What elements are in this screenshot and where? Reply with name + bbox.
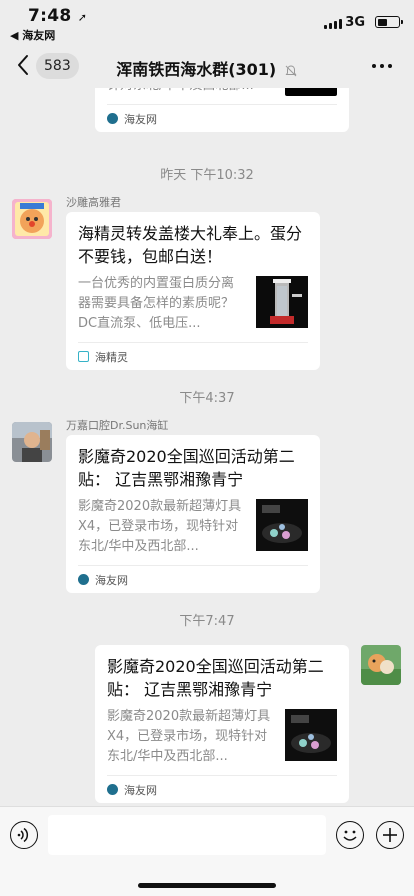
signal-bars-icon <box>324 19 342 29</box>
card-source: 海精灵 <box>78 342 308 370</box>
battery-icon <box>375 16 403 28</box>
chat-header: 583 浑南铁西海水群(301) <box>0 44 414 88</box>
card-description: 影魔奇2020款最新超薄灯具X4，已登录市场，现特针对东北/华中及西北部... <box>107 709 271 764</box>
card-title: 影魔奇2020全国巡回活动第二贴： 辽吉黑鄂湘豫青宁 <box>78 447 295 489</box>
card-description: 影魔奇2020款最新超薄灯具X4，已登录市场，现特针对东北/华中及西北部... <box>78 499 242 554</box>
source-logo-icon <box>107 784 118 795</box>
card-source: 海友网 <box>107 775 337 803</box>
sender-name: 沙雕高雅君 <box>66 196 121 209</box>
card-description: 一台优秀的内置蛋白质分离器需要具备怎样的素质呢？DC直流泵、低电压... <box>78 276 235 331</box>
voice-icon <box>17 827 29 843</box>
mute-bell-icon <box>285 64 297 76</box>
source-name: 海友网 <box>95 573 128 587</box>
status-bar: 7:48 ➚ ◀ 海友网 3G <box>0 0 414 44</box>
source-logo-icon <box>78 574 89 585</box>
voice-button[interactable] <box>10 821 38 849</box>
source-name: 海精灵 <box>95 350 128 364</box>
card-thumbnail <box>285 709 337 761</box>
avatar[interactable] <box>361 645 401 685</box>
timestamp: 下午4:37 <box>179 391 235 406</box>
card-source: 海友网 <box>107 104 337 132</box>
card-thumbnail <box>285 88 337 96</box>
source-name: 海友网 <box>124 783 157 797</box>
link-card[interactable]: 影魔奇2020全国巡回活动第二贴： 辽吉黑鄂湘豫青宁 影魔奇2020款最新超薄灯… <box>66 435 320 593</box>
timestamp: 下午7:47 <box>179 614 235 629</box>
location-arrow-icon: ➚ <box>77 11 88 24</box>
more-options-button[interactable] <box>372 64 392 68</box>
home-indicator[interactable] <box>138 883 276 888</box>
chat-title: 浑南铁西海水群(301) <box>0 56 414 80</box>
input-bar <box>0 806 414 896</box>
avatar-image <box>361 645 401 685</box>
link-card[interactable]: 针对东北/华中及西北部... 海友网 <box>95 88 349 132</box>
card-thumbnail <box>256 276 308 328</box>
message-list[interactable]: 针对东北/华中及西北部... 海友网 昨天 下午10:32 沙雕高雅君 海精灵转… <box>0 88 414 806</box>
network-type: 3G <box>345 15 365 30</box>
led-light-image <box>285 709 337 761</box>
card-title: 影魔奇2020全国巡回活动第二贴： 辽吉黑鄂湘豫青宁 <box>107 657 324 699</box>
emoji-icon <box>343 830 357 841</box>
source-logo-icon <box>78 351 89 362</box>
card-source: 海友网 <box>78 565 308 593</box>
avatar-image <box>12 422 52 462</box>
protein-skimmer-image <box>256 276 308 328</box>
message-input[interactable] <box>48 815 326 855</box>
link-card[interactable]: 影魔奇2020全国巡回活动第二贴： 辽吉黑鄂湘豫青宁 影魔奇2020款最新超薄灯… <box>95 645 349 803</box>
card-thumbnail <box>256 499 308 551</box>
link-card[interactable]: 海精灵转发盖楼大礼奉上。蛋分不要钱，包邮白送！ 一台优秀的内置蛋白质分离器需要具… <box>66 212 320 370</box>
card-title: 海精灵转发盖楼大礼奉上。蛋分不要钱，包邮白送！ <box>78 224 303 266</box>
card-description: 针对东北/华中及西北部... <box>107 88 273 96</box>
timestamp: 昨天 下午10:32 <box>160 168 254 183</box>
avatar-image <box>12 199 52 239</box>
avatar[interactable] <box>12 422 52 462</box>
emoji-button[interactable] <box>336 821 364 849</box>
sender-name: 万嘉口腔Dr.Sun海缸 <box>66 419 169 432</box>
source-name: 海友网 <box>124 112 157 126</box>
more-functions-button[interactable] <box>376 821 404 849</box>
led-light-image <box>256 499 308 551</box>
back-to-app-link[interactable]: ◀ 海友网 <box>10 27 55 43</box>
status-time: 7:48 ➚ <box>28 6 88 26</box>
source-logo-icon <box>107 113 118 124</box>
avatar[interactable] <box>12 199 52 239</box>
plus-icon <box>383 828 397 842</box>
